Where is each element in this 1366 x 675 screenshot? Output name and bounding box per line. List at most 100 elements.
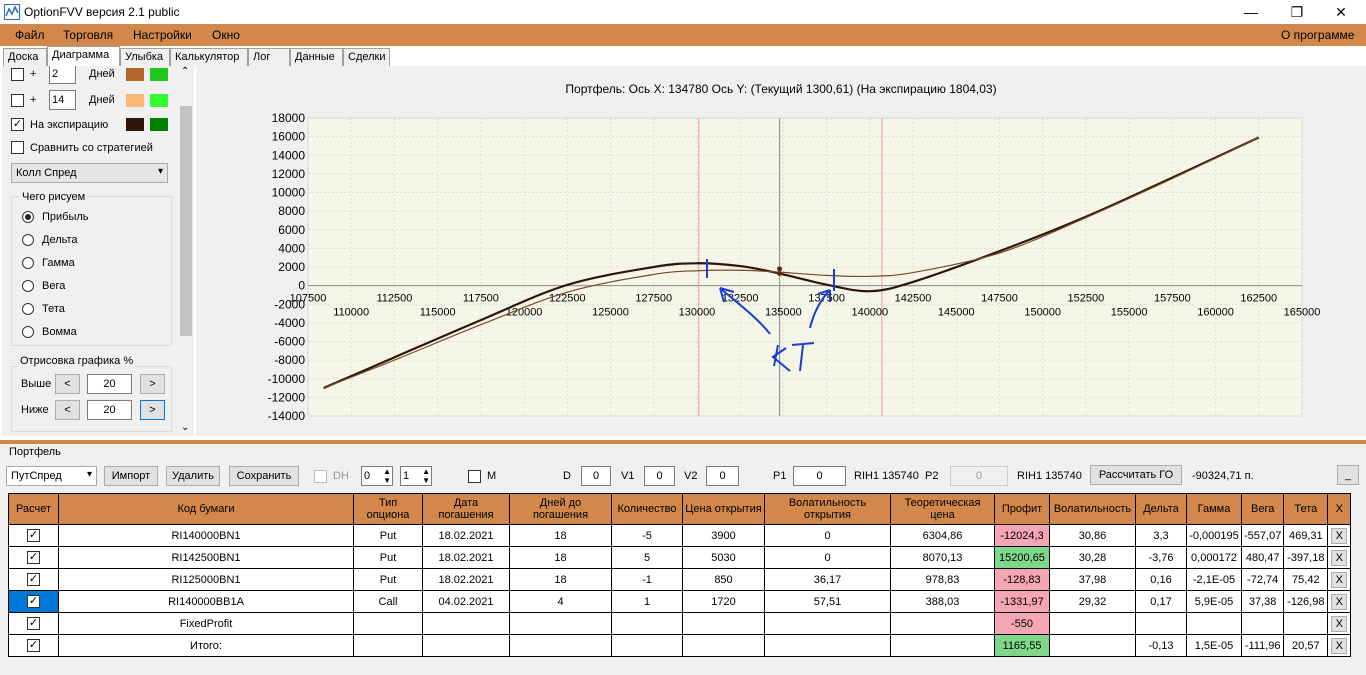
days-row2-color2-swatch[interactable] bbox=[150, 94, 168, 107]
column-header-code[interactable]: Код бумаги bbox=[58, 493, 354, 525]
below-input[interactable]: 20 bbox=[87, 400, 132, 420]
tab-smile[interactable]: Улыбка bbox=[120, 48, 170, 66]
column-header-theta[interactable]: Тета bbox=[1283, 493, 1329, 525]
days-row1-color2-swatch[interactable] bbox=[150, 68, 168, 81]
radio-profit[interactable] bbox=[22, 211, 34, 223]
remove-row-button[interactable]: X bbox=[1331, 549, 1348, 566]
column-header-profit[interactable]: Профит bbox=[994, 493, 1050, 525]
column-header-remove[interactable]: X bbox=[1327, 493, 1352, 525]
row-calc-checkbox[interactable]: ✓ bbox=[27, 639, 40, 652]
days-row2-checkbox[interactable] bbox=[11, 94, 24, 107]
row-calc-checkbox[interactable]: ✓ bbox=[27, 529, 40, 542]
save-button[interactable]: Сохранить bbox=[229, 466, 299, 486]
cell-calc[interactable]: ✓ bbox=[8, 524, 59, 547]
radio-vega[interactable] bbox=[22, 280, 34, 292]
table-row[interactable]: ✓ RI142500BN1 Put 18.02.2021 18 5 5030 0 8070,13… bbox=[8, 546, 1352, 569]
days-row1-input[interactable]: 2 bbox=[49, 66, 76, 84]
column-header-open-volatility[interactable]: Волатильность открытия bbox=[764, 493, 891, 525]
tab-board[interactable]: Доска bbox=[3, 48, 47, 66]
column-header-theoretical-price[interactable]: Теоретическая цена bbox=[890, 493, 995, 525]
table-row[interactable]: ✓ RI140000BN1 Put 18.02.2021 18 -5 3900 0 6304,8… bbox=[8, 524, 1352, 547]
radio-vomma[interactable] bbox=[22, 326, 34, 338]
column-header-vega[interactable]: Вега bbox=[1240, 493, 1285, 525]
column-header-type[interactable]: Тип опциона bbox=[353, 493, 423, 525]
table-row[interactable]: ✓ RI140000BB1A Call 04.02.2021 4 1 1720 57,51 38… bbox=[8, 590, 1352, 613]
cell-remove[interactable]: X bbox=[1327, 524, 1352, 547]
strategy-select[interactable]: Колл Спред ▾ bbox=[11, 163, 168, 183]
scroll-thumb[interactable] bbox=[180, 106, 192, 336]
menu-file[interactable]: Файл bbox=[15, 28, 45, 42]
tab-log[interactable]: Лог bbox=[248, 48, 290, 66]
spin1-input[interactable]: 0 ▲ ▼ bbox=[361, 466, 393, 486]
table-row[interactable]: ✓ FixedProfit -550 X bbox=[8, 612, 1352, 635]
above-increase-button[interactable]: > bbox=[140, 374, 165, 394]
remove-row-button[interactable]: X bbox=[1331, 527, 1348, 544]
column-header-open-price[interactable]: Цена открытия bbox=[682, 493, 765, 525]
scroll-down-icon[interactable]: ⌄ bbox=[181, 422, 189, 433]
compare-checkbox[interactable] bbox=[11, 141, 24, 154]
days-row2-color1-swatch[interactable] bbox=[126, 94, 144, 107]
v2-input[interactable]: 0 bbox=[706, 466, 739, 486]
column-header-days-to-expiry[interactable]: Дней до погашения bbox=[509, 493, 612, 525]
remove-row-button[interactable]: X bbox=[1331, 637, 1348, 654]
portfolio-select[interactable]: ПутСпред ▾ bbox=[6, 466, 97, 486]
remove-row-button[interactable]: X bbox=[1331, 571, 1348, 588]
v1-input[interactable]: 0 bbox=[644, 466, 675, 486]
menu-about[interactable]: О программе bbox=[1281, 28, 1354, 42]
row-calc-checkbox[interactable]: ✓ bbox=[27, 551, 40, 564]
menu-window[interactable]: Окно bbox=[212, 28, 240, 42]
row-calc-checkbox[interactable]: ✓ bbox=[27, 617, 40, 630]
tab-deals[interactable]: Сделки bbox=[343, 48, 390, 66]
payoff-chart[interactable]: 18000 16000 14000 12000 10000 8000 6000 4000 200… bbox=[196, 66, 1366, 436]
d-input[interactable]: 0 bbox=[581, 466, 611, 486]
row-calc-checkbox[interactable]: ✓ bbox=[27, 595, 40, 608]
tab-diagram[interactable]: Диаграмма bbox=[47, 46, 120, 66]
cell-calc[interactable]: ✓ bbox=[8, 612, 59, 635]
column-header-volatility[interactable]: Волатильность bbox=[1049, 493, 1136, 525]
cell-remove[interactable]: X bbox=[1327, 546, 1352, 569]
import-button[interactable]: Импорт bbox=[104, 466, 158, 486]
above-input[interactable]: 20 bbox=[87, 374, 132, 394]
expiry-checkbox[interactable]: ✓ bbox=[11, 118, 24, 131]
expiry-color2-swatch[interactable] bbox=[150, 118, 168, 131]
close-button[interactable]: ✕ bbox=[1318, 0, 1364, 24]
scroll-up-icon[interactable]: ⌃ bbox=[181, 66, 189, 77]
maximize-button[interactable]: ❐ bbox=[1274, 0, 1320, 24]
left-panel-scrollbar[interactable]: ⌃ ⌄ bbox=[178, 66, 194, 436]
expiry-color1-swatch[interactable] bbox=[126, 118, 144, 131]
days-row2-input[interactable]: 14 bbox=[49, 90, 76, 110]
p1-input[interactable]: 0 bbox=[793, 466, 846, 486]
cell-calc[interactable]: ✓ bbox=[8, 590, 59, 613]
tab-calculator[interactable]: Калькулятор bbox=[170, 48, 248, 66]
calc-margin-button[interactable]: Рассчитать ГО bbox=[1090, 465, 1182, 485]
minimize-panel-button[interactable]: _ bbox=[1337, 465, 1359, 485]
column-header-expiry-date[interactable]: Дата погашения bbox=[422, 493, 510, 525]
column-header-quantity[interactable]: Количество bbox=[611, 493, 683, 525]
column-header-delta[interactable]: Дельта bbox=[1135, 493, 1187, 525]
spin2-input[interactable]: 1 ▲ ▼ bbox=[400, 466, 432, 486]
menu-trading[interactable]: Торговля bbox=[63, 28, 113, 42]
below-decrease-button[interactable]: < bbox=[55, 400, 80, 420]
table-row[interactable]: ✓ Итого: 1165,55 -0,13 1,5E-05 -111,96 20,57 X bbox=[8, 634, 1352, 657]
delete-button[interactable]: Удалить bbox=[166, 466, 220, 486]
cell-remove[interactable]: X bbox=[1327, 612, 1352, 635]
cell-calc[interactable]: ✓ bbox=[8, 568, 59, 591]
cell-calc[interactable]: ✓ bbox=[8, 546, 59, 569]
radio-gamma[interactable] bbox=[22, 257, 34, 269]
days-row1-checkbox[interactable] bbox=[11, 68, 24, 81]
p2-input[interactable]: 0 bbox=[950, 466, 1008, 486]
column-header-gamma[interactable]: Гамма bbox=[1186, 493, 1242, 525]
minimize-button[interactable]: — bbox=[1228, 0, 1274, 24]
m-checkbox[interactable] bbox=[468, 470, 481, 483]
tab-data[interactable]: Данные bbox=[290, 48, 343, 66]
radio-delta[interactable] bbox=[22, 234, 34, 246]
cell-remove[interactable]: X bbox=[1327, 634, 1352, 657]
row-calc-checkbox[interactable]: ✓ bbox=[27, 573, 40, 586]
above-decrease-button[interactable]: < bbox=[55, 374, 80, 394]
spin-arrows-icon[interactable]: ▲ ▼ bbox=[422, 467, 430, 485]
menu-settings[interactable]: Настройки bbox=[133, 28, 192, 42]
table-row[interactable]: ✓ RI125000BN1 Put 18.02.2021 18 -1 850 36,17 978… bbox=[8, 568, 1352, 591]
radio-theta[interactable] bbox=[22, 303, 34, 315]
below-increase-button[interactable]: > bbox=[140, 400, 165, 420]
days-row1-color1-swatch[interactable] bbox=[126, 68, 144, 81]
